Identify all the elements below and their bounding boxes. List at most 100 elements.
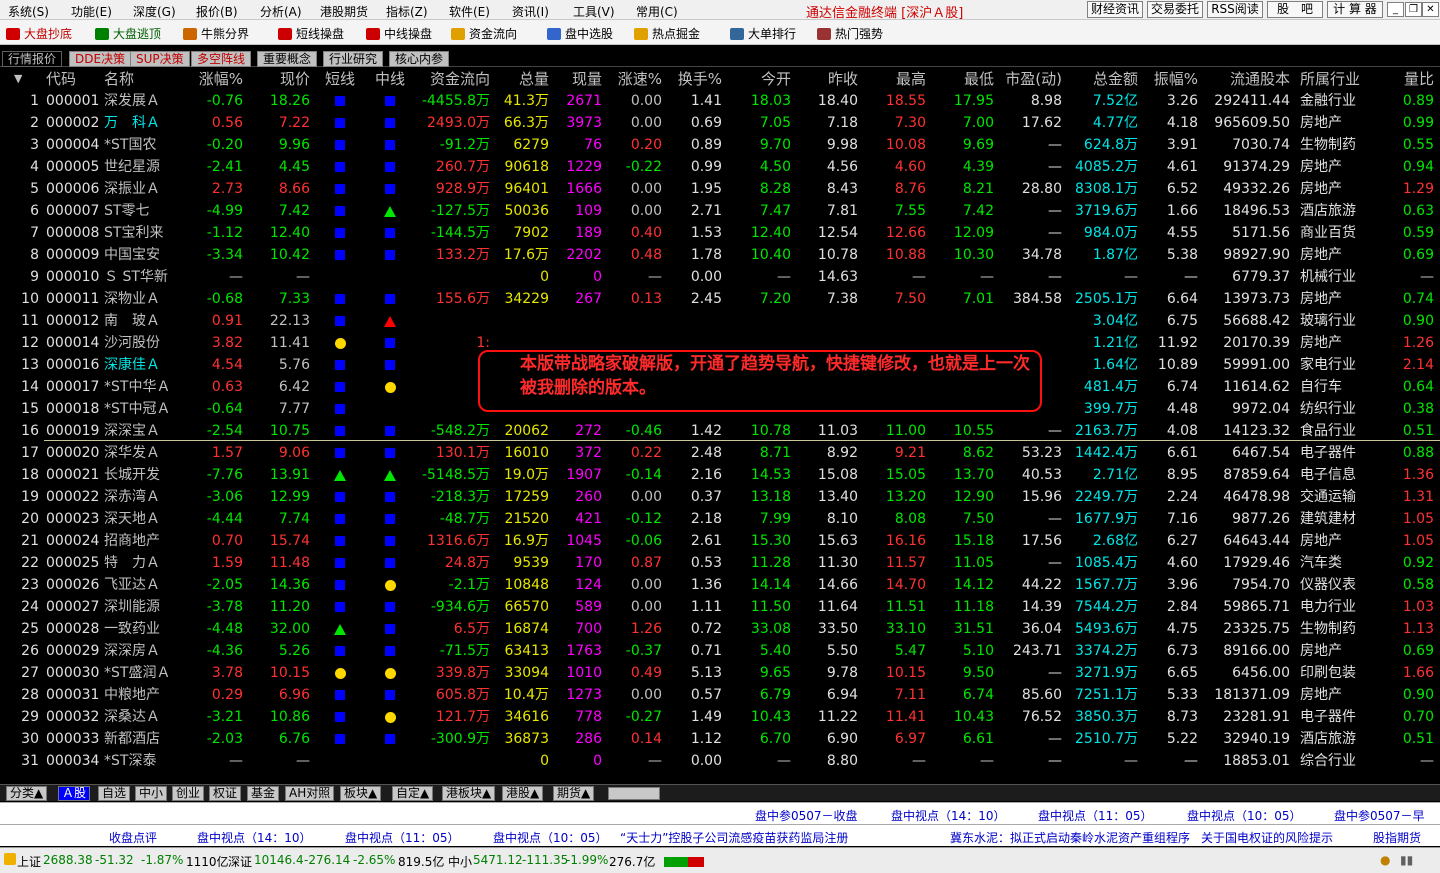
table-row[interactable]: 25 000028 一致药业 -4.48 32.00 6.5万 16874 700 1.26 0.… bbox=[0, 618, 1440, 640]
column-header[interactable]: 最低 bbox=[930, 68, 994, 90]
btab-futures[interactable]: 期货▲ bbox=[553, 786, 595, 801]
table-row[interactable]: 22 000025 特 力Ａ 1.59 11.48 24.8万 9539 170 0.87 0.5… bbox=[0, 552, 1440, 574]
calculator-button[interactable]: 计 算 器 bbox=[1327, 1, 1383, 18]
table-row[interactable]: 28 000031 中粮地产 0.29 6.96 605.8万 10.4万 1273 0.00 0… bbox=[0, 684, 1440, 706]
column-header[interactable]: 总金额 bbox=[1064, 68, 1138, 90]
alert-icon[interactable]: ● bbox=[1380, 853, 1390, 867]
menu-analysis[interactable]: 分析(A) bbox=[260, 3, 302, 20]
toolbar-top-escape[interactable]: 大盘逃顶 bbox=[95, 25, 161, 42]
column-header[interactable]: 换手% bbox=[664, 68, 722, 90]
toolbar-fund-flow[interactable]: 资金流向 bbox=[451, 25, 517, 42]
table-row[interactable]: 29 000032 深桑达Ａ -3.21 10.86 121.7万 34616 778 -0.2… bbox=[0, 706, 1440, 728]
menu-depth[interactable]: 深度(G) bbox=[133, 3, 176, 20]
restore-icon[interactable]: ❐ bbox=[1405, 2, 1422, 17]
table-row[interactable]: 5 000006 深振业Ａ 2.73 8.66 928.9万 96401 1666 0.00 1.… bbox=[0, 178, 1440, 200]
tab-sup[interactable]: SUP决策 bbox=[130, 51, 190, 67]
table-row[interactable]: 1 000001 深发展Ａ -0.76 18.26 -4455.8万 41.3万 2671 0.… bbox=[0, 90, 1440, 112]
toolbar-stock-pick[interactable]: 盘中选股 bbox=[547, 25, 613, 42]
table-row[interactable]: 4 000005 世纪星源 -2.41 4.45 260.7万 90618 1229 -0.22… bbox=[0, 156, 1440, 178]
column-header[interactable]: 涨速% bbox=[604, 68, 662, 90]
menu-common[interactable]: 常用(C) bbox=[636, 3, 678, 20]
table-row[interactable]: 20 000023 深天地Ａ -4.44 7.74 -48.7万 21520 421 -0.12… bbox=[0, 508, 1440, 530]
btab-warrant[interactable]: 权证 bbox=[209, 786, 242, 801]
toolbar-bull-bear[interactable]: 牛熊分界 bbox=[183, 25, 249, 42]
table-row[interactable]: 30 000033 新都酒店 -2.03 6.76 -300.9万 36873 286 0.14… bbox=[0, 728, 1440, 750]
news-item[interactable]: “天士力”控股子公司流感疫苗获药监局注册 bbox=[620, 829, 848, 846]
zx-label[interactable]: 中小 bbox=[448, 853, 472, 870]
table-row[interactable]: 19 000022 深赤湾Ａ -3.06 12.99 -218.3万 17259 260 0.0… bbox=[0, 486, 1440, 508]
menu-info[interactable]: 资讯(I) bbox=[512, 3, 549, 20]
btab-hk-stock[interactable]: 港股▲ bbox=[502, 786, 544, 801]
menu-quote[interactable]: 报价(B) bbox=[196, 3, 238, 20]
sz-label[interactable]: 深证 bbox=[228, 853, 252, 870]
finance-news-button[interactable]: 财经资讯 bbox=[1087, 1, 1143, 18]
table-row[interactable]: 18 000021 长城开发 -7.76 13.91 -5148.5万 19.0万 1907 -… bbox=[0, 464, 1440, 486]
tab-quotes[interactable]: 行情报价 bbox=[2, 51, 63, 67]
column-header[interactable]: 名称 bbox=[104, 68, 168, 90]
table-row[interactable]: 7 000008 ST宝利来 -1.12 12.40 -144.5万 7902 189 0.40… bbox=[0, 222, 1440, 244]
forum-button[interactable]: 股 吧 bbox=[1267, 1, 1323, 18]
toolbar-mid-term[interactable]: 中线操盘 bbox=[366, 25, 432, 42]
column-header[interactable]: 所属行业 bbox=[1300, 68, 1380, 90]
column-header[interactable]: 涨幅% bbox=[185, 68, 243, 90]
minimize-icon[interactable]: _ bbox=[1387, 2, 1404, 17]
table-row[interactable]: 11 000012 南 玻Ａ 0.91 22.13 3.04亿 6.75 56688.42 玻璃… bbox=[0, 310, 1440, 332]
menu-software[interactable]: 软件(E) bbox=[449, 3, 490, 20]
column-header[interactable]: 中线 bbox=[375, 68, 405, 90]
table-row[interactable]: 21 000024 招商地产 0.70 15.74 1316.6万 16.9万 1045 -0.… bbox=[0, 530, 1440, 552]
tab-internal[interactable]: 核心内参 bbox=[389, 51, 450, 67]
toolbar-bottom-buy[interactable]: 大盘抄底 bbox=[6, 25, 72, 42]
toolbar-hotspot[interactable]: 热点掘金 bbox=[634, 25, 700, 42]
btab-sme[interactable]: 中小 bbox=[135, 786, 168, 801]
news-item[interactable]: 盘中视点（11：05） bbox=[345, 829, 460, 846]
table-row[interactable]: 31 000034 *ST深泰 — — 0 0 — 0.00 — 8.80 — — — — — 18853.01… bbox=[0, 750, 1440, 772]
table-row[interactable]: 2 000002 万 科Ａ 0.56 7.22 2493.0万 66.3万 3973 0.00 0… bbox=[0, 112, 1440, 134]
btab-sector[interactable]: 板块▲ bbox=[340, 786, 382, 801]
news-item[interactable]: 盘中视点（14：10） bbox=[891, 807, 1006, 824]
table-row[interactable]: 6 000007 ST零七 -4.99 7.42 -127.5万 50036 109 0.00 2… bbox=[0, 200, 1440, 222]
table-row[interactable]: 17 000020 深华发Ａ 1.57 9.06 130.1万 16010 372 0.22 2.… bbox=[0, 442, 1440, 464]
sort-arrow-icon[interactable]: ▼ bbox=[14, 68, 22, 90]
column-header[interactable]: 现量 bbox=[550, 68, 602, 90]
news-item[interactable]: 盘中视点（10：05） bbox=[493, 829, 608, 846]
trade-button[interactable]: 交易委托 bbox=[1147, 1, 1203, 18]
news-item[interactable]: 盘中参0507－早 bbox=[1334, 807, 1425, 824]
tab-dde[interactable]: DDE决策 bbox=[69, 51, 132, 67]
sh-label[interactable]: 上证 bbox=[17, 853, 41, 870]
table-row[interactable]: 10 000011 深物业Ａ -0.68 7.33 155.6万 34229 267 0.13 2… bbox=[0, 288, 1440, 310]
news-item[interactable]: 盘中参0507－收盘 bbox=[755, 807, 858, 824]
column-header[interactable]: 资金流向 bbox=[410, 68, 490, 90]
column-header[interactable]: 振幅% bbox=[1138, 68, 1198, 90]
menu-indicator[interactable]: 指标(Z) bbox=[386, 3, 428, 20]
toolbar-big-order[interactable]: 大单排行 bbox=[730, 25, 796, 42]
column-header[interactable]: 今开 bbox=[725, 68, 791, 90]
column-header[interactable]: 代码 bbox=[46, 68, 104, 90]
news-item[interactable]: 冀东水泥：拟正式启动秦岭水泥资产重组程序 bbox=[950, 829, 1190, 846]
news-item[interactable]: 收盘点评 bbox=[109, 829, 157, 846]
toolbar-hot-strong[interactable]: 热门强势 bbox=[817, 25, 883, 42]
tab-industry[interactable]: 行业研究 bbox=[323, 51, 384, 67]
btab-a-share[interactable]: Ａ股 bbox=[58, 786, 91, 801]
table-row[interactable]: 24 000027 深圳能源 -3.78 11.20 -934.6万 66570 589 0.0… bbox=[0, 596, 1440, 618]
table-row[interactable]: 26 000029 深深房Ａ -4.36 5.26 -71.5万 63413 1763 -0.3… bbox=[0, 640, 1440, 662]
menu-tools[interactable]: 工具(V) bbox=[573, 3, 615, 20]
rss-button[interactable]: RSS阅读 bbox=[1207, 1, 1263, 18]
btab-gem[interactable]: 创业 bbox=[172, 786, 205, 801]
table-row[interactable]: 3 000004 *ST国农 -0.20 9.96 -91.2万 6279 76 0.20 0.8… bbox=[0, 134, 1440, 156]
btab-fund[interactable]: 基金 bbox=[247, 786, 280, 801]
btab-category[interactable]: 分类▲ bbox=[6, 786, 48, 801]
news-item[interactable]: 盘中视点（10：05） bbox=[1187, 807, 1302, 824]
btab-watchlist[interactable]: 自选 bbox=[98, 786, 131, 801]
news-item[interactable]: 关于国电权证的风险提示 bbox=[1201, 829, 1333, 846]
btab-custom[interactable]: 自定▲ bbox=[392, 786, 434, 801]
column-header[interactable]: 流通股本 bbox=[1199, 68, 1290, 90]
news-item[interactable]: 股指期货 bbox=[1373, 829, 1421, 846]
news-item[interactable]: 盘中视点（14：10） bbox=[197, 829, 312, 846]
close-icon[interactable]: ✕ bbox=[1422, 2, 1439, 17]
horizontal-scrollbar[interactable] bbox=[608, 787, 660, 800]
table-row[interactable]: 9 000010 Ｓ ST华新 — — 0 0 — 0.00 — 14.63 — — — — — 6779.37… bbox=[0, 266, 1440, 288]
tab-concepts[interactable]: 重要概念 bbox=[257, 51, 318, 67]
table-row[interactable]: 23 000026 飞亚达Ａ -2.05 14.36 -2.1万 10848 124 0.00 1… bbox=[0, 574, 1440, 596]
column-header[interactable]: 短线 bbox=[325, 68, 355, 90]
toolbar-short-term[interactable]: 短线操盘 bbox=[278, 25, 344, 42]
